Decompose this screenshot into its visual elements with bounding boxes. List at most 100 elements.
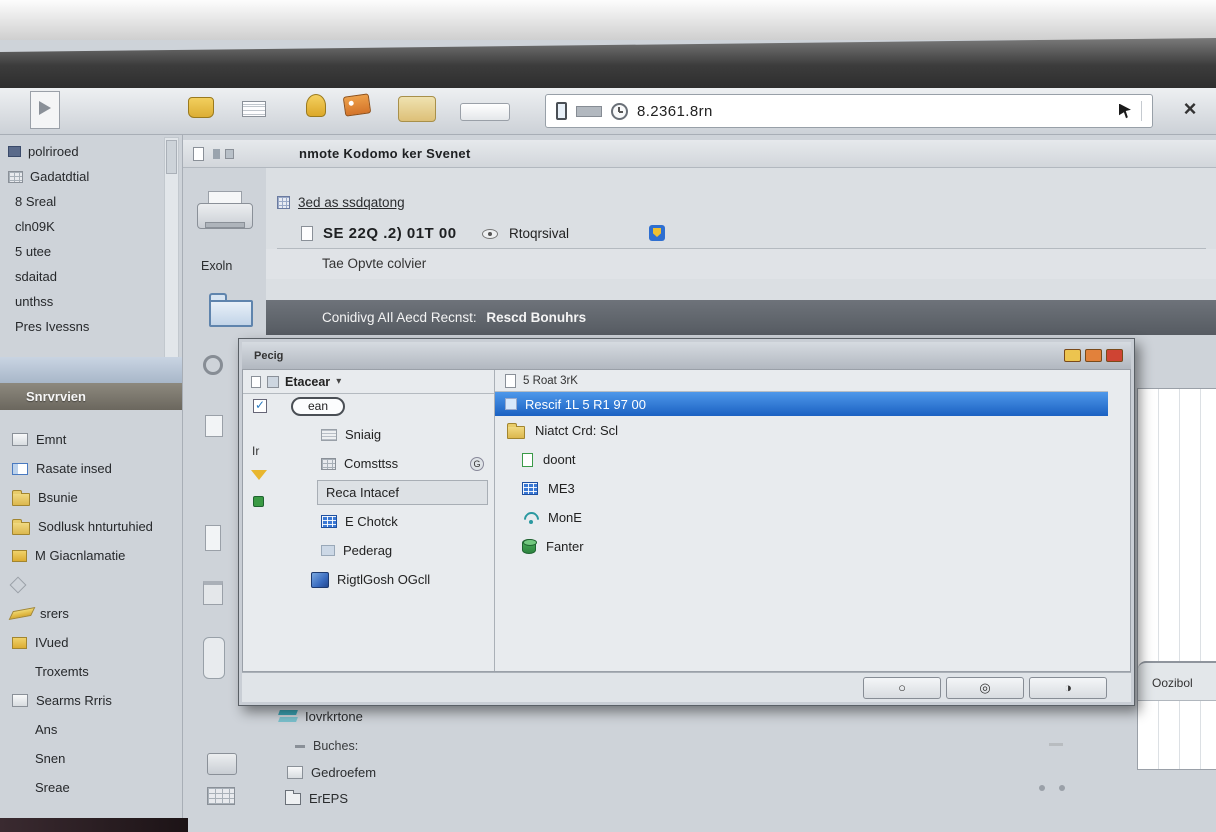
list-item[interactable]: doont: [495, 445, 1108, 474]
sidebar-item[interactable]: Troxemts: [0, 657, 180, 686]
sidebar-item[interactable]: Searms Rrris: [0, 686, 180, 715]
sidebar-item[interactable]: unthss: [0, 289, 160, 314]
panel-icon[interactable]: [203, 637, 225, 679]
address-input[interactable]: [637, 103, 1110, 120]
checkbox-icon[interactable]: [253, 399, 267, 413]
list-item[interactable]: RigtlGosh OGcll: [289, 565, 494, 594]
sidebar: polriroed Gadatdtial 8 Sreal cln09K 5 ut…: [0, 135, 182, 818]
photo-edge: [0, 0, 1216, 40]
status-bar: Conidivg AIl Aecd Recnst: Rescd Bonuhrs: [266, 300, 1216, 335]
page-icon: [505, 374, 516, 388]
board-flag-icon[interactable]: [30, 91, 60, 129]
footer-button-1[interactable]: ○: [863, 677, 941, 699]
green-square-icon[interactable]: [253, 496, 264, 507]
sidebar-section-header[interactable]: Snrvrvien: [0, 383, 182, 410]
list-item[interactable]: MonE: [495, 503, 1108, 532]
folder-icon[interactable]: [209, 293, 253, 327]
page-title: nmote Kodomo ker Svenet: [299, 140, 471, 168]
grid-icon: [267, 376, 279, 388]
note-icon[interactable]: [398, 96, 436, 122]
list-item[interactable]: Pederag: [289, 536, 494, 565]
list-item[interactable]: Niatct Crd: Scl: [495, 416, 1108, 445]
list-item[interactable]: Gedroefem: [287, 765, 376, 780]
sidebar-item-label: Troxemts: [35, 664, 89, 679]
footer-button-2[interactable]: ◎: [946, 677, 1024, 699]
sidebar-item[interactable]: Pres Ivessns: [0, 314, 160, 339]
background-window-label[interactable]: Oozibol: [1138, 661, 1216, 701]
sidebar-item[interactable]: Gadatdtial: [0, 164, 160, 189]
sidebar-item[interactable]: Emnt: [0, 425, 180, 454]
list-item[interactable]: Fanter: [495, 532, 1108, 561]
tag-icon[interactable]: [343, 93, 372, 116]
scrollbar-thumb[interactable]: [166, 140, 177, 174]
mini-button[interactable]: [460, 103, 510, 121]
sidebar-item[interactable]: IVued: [0, 628, 180, 657]
sidebar-item[interactable]: sdaitad: [0, 264, 160, 289]
sidebar-item-label: Emnt: [36, 432, 66, 447]
clipboard-icon[interactable]: [203, 581, 223, 605]
folder-icon: [12, 493, 30, 506]
dialog-titlebar[interactable]: Pecig: [242, 342, 1131, 369]
box-icon[interactable]: [205, 525, 221, 551]
list-item[interactable]: E Chotck: [289, 507, 494, 536]
funnel-icon[interactable]: [251, 470, 267, 480]
mail-drum-icon[interactable]: [188, 97, 214, 118]
sidebar-item[interactable]: Sodlusk hnturtuhied: [0, 512, 180, 541]
swatch-icon: [576, 106, 602, 117]
sidebar-item[interactable]: Sreae: [0, 773, 180, 802]
list-item-label: Comsttss: [344, 456, 398, 471]
close-icon[interactable]: ×: [1178, 96, 1202, 122]
selected-list-item[interactable]: Rescif 1L 5 R1 97 00: [495, 392, 1108, 416]
minimize-button[interactable]: [1064, 349, 1081, 362]
sidebar-item[interactable]: 8 Sreal: [0, 189, 160, 214]
dialog-left-pane: Etacear ▾ ean Ir Sniaig: [243, 370, 495, 671]
close-button[interactable]: [1106, 349, 1123, 362]
bell-icon[interactable]: [306, 94, 326, 117]
lined-box-icon: [321, 429, 337, 441]
list-item[interactable]: ME3: [495, 474, 1108, 503]
sidebar-item[interactable]: Bsunie: [0, 483, 180, 512]
tool-label: Ir: [252, 444, 259, 458]
record-row[interactable]: SE 22Q .2) 01T 00 Rtoqrsival: [277, 219, 1206, 249]
sidebar-item-label: Searms Rrris: [36, 693, 112, 708]
shield-icon[interactable]: [649, 225, 665, 241]
folder-body: [209, 300, 253, 327]
printer-icon[interactable]: [207, 753, 237, 775]
sidebar-scrollbar[interactable]: [164, 137, 179, 363]
dialog-window: Pecig Etacear ▾ ean Ir: [238, 338, 1135, 706]
sidebar-item[interactable]: srers: [0, 599, 180, 628]
status-text-bold: Rescd Bonuhrs: [486, 310, 586, 325]
printer-icon[interactable]: [197, 191, 253, 237]
sidebar-item[interactable]: Snen: [0, 744, 180, 773]
clock-icon: [611, 103, 628, 120]
sidebar-item[interactable]: 5 utee: [0, 239, 160, 264]
section-title[interactable]: 3ed as ssdqatong: [298, 195, 405, 210]
list-item[interactable]: Buches:: [295, 739, 358, 753]
maximize-button[interactable]: [1085, 349, 1102, 362]
sidebar-item[interactable]: cln09K: [0, 214, 160, 239]
box-icon[interactable]: [205, 415, 223, 437]
id-card-icon: [12, 463, 28, 475]
sidebar-item[interactable]: Rasate insed: [0, 454, 180, 483]
card-icon[interactable]: [242, 101, 266, 117]
list-item[interactable]: Comsttss G: [289, 449, 494, 478]
address-bar[interactable]: [545, 94, 1153, 128]
sidebar-item[interactable]: Ans: [0, 715, 180, 744]
ring-icon[interactable]: [203, 355, 223, 375]
right-pane-header[interactable]: 5 Roat 3rK: [495, 370, 1108, 392]
filter-input[interactable]: ean: [291, 397, 345, 416]
list-item[interactable]: Iovrkrtone: [279, 709, 363, 724]
list-item[interactable]: ErEPS: [285, 791, 348, 806]
list-item[interactable]: Sniaig: [289, 420, 494, 449]
sidebar-item[interactable]: [0, 570, 180, 599]
sidebar-item[interactable]: M Giacnlamatie: [0, 541, 180, 570]
list-item[interactable]: Reca Intacef: [317, 480, 488, 505]
sidebar-item[interactable]: polriroed: [0, 139, 160, 164]
grid-icon[interactable]: [207, 787, 235, 805]
sidebar-item-label: Pres Ivessns: [15, 319, 89, 334]
footer-button-3[interactable]: ◑: [1029, 677, 1107, 699]
list-item-label: Gedroefem: [311, 765, 376, 780]
left-pane-header[interactable]: Etacear ▾: [243, 370, 494, 394]
sub-row: Tae Opvte colvier: [266, 249, 1216, 279]
sidebar-item-label: Rasate insed: [36, 461, 112, 476]
